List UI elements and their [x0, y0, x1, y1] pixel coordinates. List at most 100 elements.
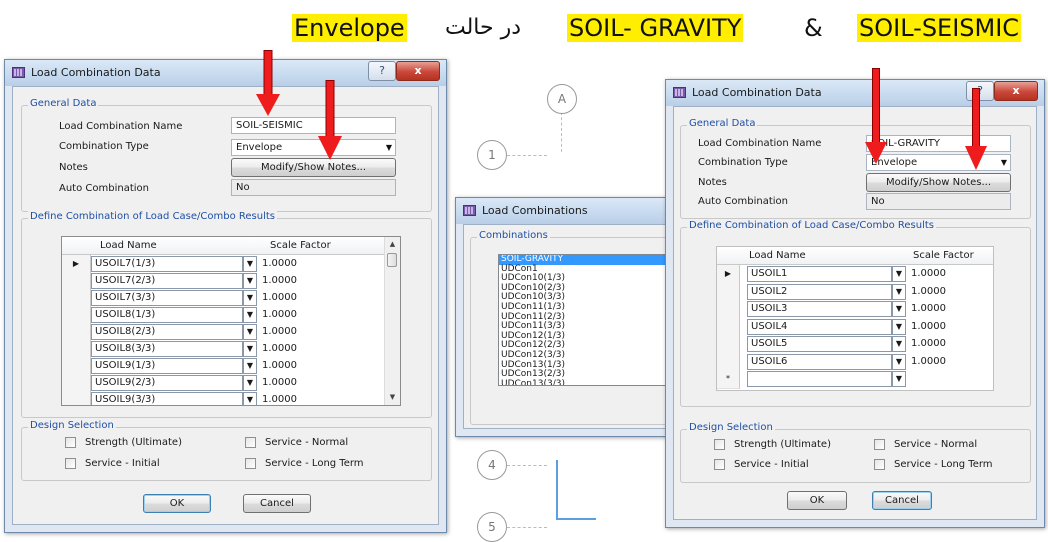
- scale-factor-cell[interactable]: 1.0000: [908, 336, 946, 352]
- scale-factor-cell[interactable]: 1.0000: [908, 319, 946, 335]
- right-service-normal-checkbox[interactable]: [874, 439, 885, 450]
- row-selector[interactable]: [62, 391, 91, 405]
- chevron-down-icon[interactable]: ▼: [243, 256, 257, 272]
- load-name-cell[interactable]: [747, 371, 892, 387]
- chevron-down-icon[interactable]: ▼: [892, 301, 906, 317]
- left-service-initial-checkbox[interactable]: [65, 458, 76, 469]
- load-name-cell[interactable]: USOIL9(3/3): [91, 392, 243, 405]
- table-row[interactable]: USOIL5 ▼ 1.0000: [717, 335, 993, 354]
- scale-factor-cell[interactable]: 1.0000: [259, 273, 297, 289]
- scale-factor-cell[interactable]: 1.0000: [908, 301, 946, 317]
- scale-factor-cell[interactable]: 1.0000: [259, 290, 297, 306]
- table-row[interactable]: USOIL9(3/3) ▼ 1.0000: [62, 391, 400, 405]
- table-row[interactable]: USOIL9(2/3) ▼ 1.0000: [62, 374, 400, 393]
- table-row[interactable]: * ▼: [717, 370, 993, 389]
- table-row[interactable]: USOIL3 ▼ 1.0000: [717, 300, 993, 319]
- grid-bubble-4[interactable]: 4: [477, 450, 507, 480]
- scale-factor-cell[interactable]: 1.0000: [908, 284, 946, 300]
- row-selector[interactable]: [717, 282, 740, 302]
- right-load-combination-dialog[interactable]: Load Combination Data ? x General Data L…: [665, 79, 1045, 528]
- left-col-load-name[interactable]: Load Name: [100, 237, 240, 254]
- scale-factor-cell[interactable]: 1.0000: [259, 375, 297, 391]
- row-selector[interactable]: *: [717, 370, 740, 389]
- grid-bubble-5[interactable]: 5: [477, 512, 507, 542]
- load-name-cell[interactable]: USOIL8(1/3): [91, 307, 243, 323]
- table-row[interactable]: USOIL7(2/3) ▼ 1.0000: [62, 272, 400, 291]
- row-selector[interactable]: [717, 335, 740, 354]
- scale-factor-cell[interactable]: 1.0000: [259, 341, 297, 357]
- table-row[interactable]: USOIL8(2/3) ▼ 1.0000: [62, 323, 400, 342]
- load-name-cell[interactable]: USOIL5: [747, 336, 892, 352]
- chevron-down-icon[interactable]: ▼: [892, 353, 906, 370]
- load-name-cell[interactable]: USOIL3: [747, 301, 892, 317]
- load-combinations-dialog[interactable]: Load Combinations Combinations SOIL-GRAV…: [455, 197, 687, 437]
- left-service-normal-checkbox[interactable]: [245, 437, 256, 448]
- scale-factor-cell[interactable]: 1.0000: [259, 358, 297, 374]
- right-service-initial-checkbox[interactable]: [714, 459, 725, 470]
- combination-list-item[interactable]: UDCon13(3/3): [499, 379, 675, 385]
- grid-bubble-a[interactable]: A: [547, 84, 577, 114]
- table-row[interactable]: USOIL8(1/3) ▼ 1.0000: [62, 306, 400, 325]
- row-selector[interactable]: [717, 300, 740, 319]
- chevron-down-icon[interactable]: ▼: [892, 283, 906, 300]
- chevron-down-icon[interactable]: ▼: [243, 324, 257, 340]
- right-col-scale-factor[interactable]: Scale Factor: [913, 247, 993, 264]
- left-modify-notes-button[interactable]: Modify/Show Notes...: [231, 158, 396, 177]
- scale-factor-cell[interactable]: [908, 371, 911, 387]
- scale-factor-cell[interactable]: 1.0000: [259, 324, 297, 340]
- right-col-load-name[interactable]: Load Name: [749, 247, 869, 264]
- table-row[interactable]: USOIL4 ▼ 1.0000: [717, 317, 993, 337]
- row-selector[interactable]: [717, 352, 740, 372]
- load-name-cell[interactable]: USOIL7(3/3): [91, 290, 243, 306]
- scroll-thumb[interactable]: [387, 253, 397, 267]
- load-combinations-titlebar[interactable]: Load Combinations: [456, 198, 686, 224]
- table-row[interactable]: ▶ USOIL7(1/3) ▼ 1.0000: [62, 255, 400, 274]
- scroll-up-icon[interactable]: ▲: [385, 237, 400, 252]
- load-name-cell[interactable]: USOIL2: [747, 283, 892, 300]
- left-load-grid[interactable]: Load Name Scale Factor ▶ USOIL7(1/3) ▼ 1.00…: [61, 236, 401, 406]
- left-combination-type-select[interactable]: Envelope ▼: [231, 139, 396, 156]
- right-combination-name-input[interactable]: SOIL-GRAVITY: [866, 135, 1011, 152]
- scroll-down-icon[interactable]: ▼: [385, 390, 400, 405]
- load-name-cell[interactable]: USOIL9(2/3): [91, 375, 243, 391]
- chevron-down-icon[interactable]: ▼: [243, 341, 257, 357]
- right-load-grid[interactable]: Load Name Scale Factor ▶ USOIL1 ▼ 1.0000 USO…: [716, 246, 994, 391]
- load-name-cell[interactable]: USOIL8(3/3): [91, 341, 243, 357]
- left-service-long-checkbox[interactable]: [245, 458, 256, 469]
- table-row[interactable]: USOIL8(3/3) ▼ 1.0000: [62, 340, 400, 359]
- grid-bubble-1[interactable]: 1: [477, 140, 507, 170]
- chevron-down-icon[interactable]: ▼: [243, 358, 257, 374]
- load-name-cell[interactable]: USOIL7(2/3): [91, 273, 243, 289]
- right-service-long-checkbox[interactable]: [874, 459, 885, 470]
- combinations-listbox[interactable]: SOIL-GRAVITY UDCon1 UDCon10(1/3) UDCon10(2/…: [498, 254, 676, 386]
- left-grid-scrollbar[interactable]: ▲ ▼: [384, 237, 400, 405]
- scale-factor-cell[interactable]: 1.0000: [259, 392, 297, 405]
- row-selector[interactable]: ▶: [717, 265, 740, 284]
- chevron-down-icon[interactable]: ▼: [243, 307, 257, 323]
- load-name-cell[interactable]: USOIL8(2/3): [91, 324, 243, 340]
- left-strength-checkbox[interactable]: [65, 437, 76, 448]
- scale-factor-cell[interactable]: 1.0000: [908, 354, 946, 370]
- right-cancel-button[interactable]: Cancel: [872, 491, 932, 510]
- left-cancel-button[interactable]: Cancel: [243, 494, 311, 513]
- row-selector[interactable]: [717, 317, 740, 337]
- close-button[interactable]: x: [994, 81, 1038, 101]
- table-row[interactable]: ▶ USOIL1 ▼ 1.0000: [717, 265, 993, 284]
- chevron-down-icon[interactable]: ▼: [243, 273, 257, 289]
- chevron-down-icon[interactable]: ▼: [892, 336, 906, 352]
- help-button[interactable]: ?: [368, 61, 396, 81]
- load-name-cell[interactable]: USOIL1: [747, 266, 892, 282]
- table-row[interactable]: USOIL2 ▼ 1.0000: [717, 282, 993, 302]
- table-row[interactable]: USOIL9(1/3) ▼ 1.0000: [62, 357, 400, 376]
- scale-factor-cell[interactable]: 1.0000: [908, 266, 946, 282]
- chevron-down-icon[interactable]: ▼: [243, 392, 257, 405]
- left-combination-name-input[interactable]: SOIL-SEISMIC: [231, 117, 396, 134]
- chevron-down-icon[interactable]: ▼: [892, 266, 906, 282]
- chevron-down-icon[interactable]: ▼: [243, 375, 257, 391]
- scale-factor-cell[interactable]: 1.0000: [259, 307, 297, 323]
- left-col-scale-factor[interactable]: Scale Factor: [270, 237, 380, 254]
- load-name-cell[interactable]: USOIL6: [747, 353, 892, 370]
- scale-factor-cell[interactable]: 1.0000: [259, 256, 297, 272]
- load-name-cell[interactable]: USOIL9(1/3): [91, 358, 243, 374]
- close-button[interactable]: x: [396, 61, 440, 81]
